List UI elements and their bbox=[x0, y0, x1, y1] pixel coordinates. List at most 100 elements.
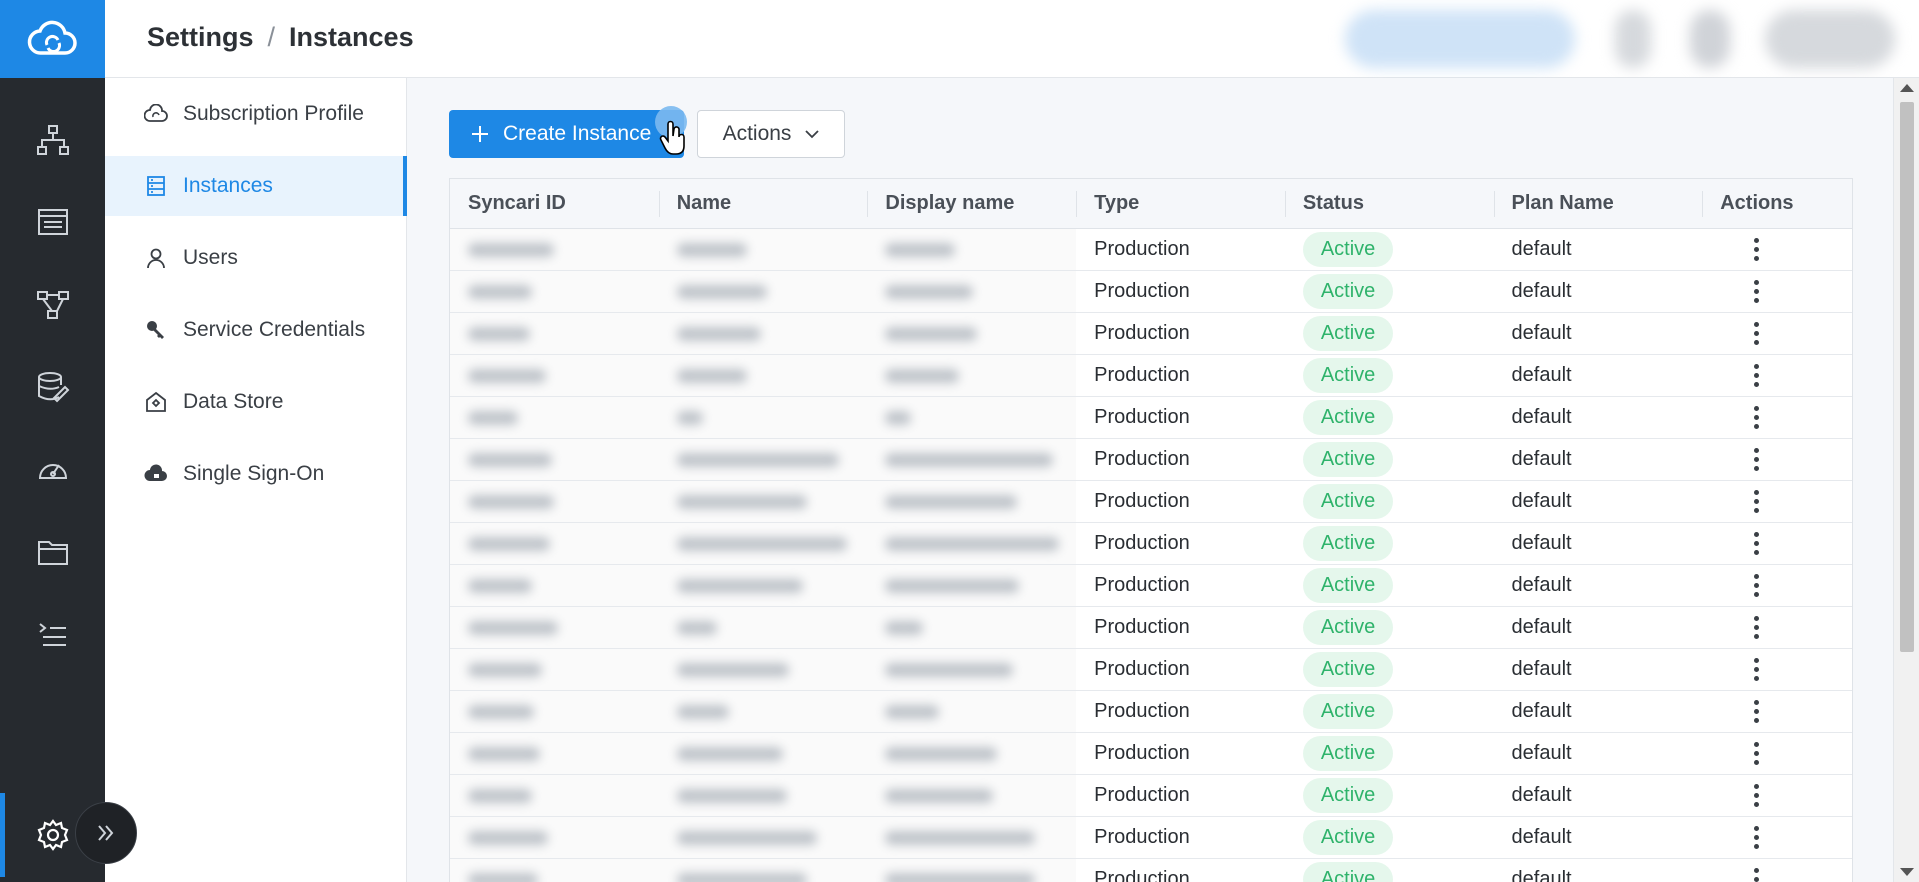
rail-workflow[interactable] bbox=[0, 275, 105, 335]
rail-list-window[interactable] bbox=[0, 192, 105, 252]
row-kebab-menu-icon[interactable] bbox=[1746, 826, 1766, 849]
rail-folder[interactable] bbox=[0, 522, 105, 582]
column-header-type[interactable]: Type bbox=[1076, 179, 1285, 228]
redacted-value bbox=[676, 872, 807, 882]
plus-icon bbox=[472, 126, 488, 142]
name-cell bbox=[658, 271, 868, 312]
table-row[interactable]: Production Active default bbox=[450, 481, 1852, 523]
table-row[interactable]: Production Active default bbox=[450, 649, 1852, 691]
status-badge: Active bbox=[1302, 358, 1394, 393]
subnav-item-users[interactable]: Users bbox=[105, 228, 407, 288]
scroll-thumb[interactable] bbox=[1900, 102, 1914, 652]
display-name-cell bbox=[867, 733, 1077, 774]
redacted-value bbox=[468, 578, 532, 593]
subnav-item-data-store[interactable]: Data Store bbox=[105, 372, 407, 432]
name-cell bbox=[658, 481, 868, 522]
table-row[interactable]: Production Active default bbox=[450, 439, 1852, 481]
rail-console-list[interactable] bbox=[0, 605, 105, 665]
status-cell: Active bbox=[1285, 523, 1494, 564]
row-kebab-menu-icon[interactable] bbox=[1746, 700, 1766, 723]
table-row[interactable]: Production Active default bbox=[450, 355, 1852, 397]
rail-hierarchy[interactable] bbox=[0, 110, 105, 170]
table-row[interactable]: Production Active default bbox=[450, 607, 1852, 649]
column-header-status[interactable]: Status bbox=[1284, 179, 1494, 228]
rail-dashboard[interactable] bbox=[0, 440, 105, 500]
table-row[interactable]: Production Active default bbox=[450, 859, 1852, 882]
syncari-id-cell bbox=[450, 859, 659, 882]
account-switcher[interactable] bbox=[1345, 10, 1575, 68]
breadcrumb-settings[interactable]: Settings bbox=[147, 22, 254, 53]
type-cell: Production bbox=[1094, 490, 1190, 512]
actions-dropdown[interactable]: Actions bbox=[697, 110, 845, 158]
table-row[interactable]: Production Active default bbox=[450, 775, 1852, 817]
redacted-value bbox=[468, 704, 534, 719]
expand-rail-button[interactable] bbox=[75, 802, 137, 864]
row-kebab-menu-icon[interactable] bbox=[1746, 532, 1766, 555]
table-row[interactable]: Production Active default bbox=[450, 523, 1852, 565]
row-kebab-menu-icon[interactable] bbox=[1746, 280, 1766, 303]
type-cell: Production bbox=[1094, 700, 1190, 722]
table-row[interactable]: Production Active default bbox=[450, 229, 1852, 271]
table-row[interactable]: Production Active default bbox=[450, 397, 1852, 439]
column-header-plan-name[interactable]: Plan Name bbox=[1493, 179, 1703, 228]
cloud-sync-icon bbox=[143, 101, 169, 127]
row-kebab-menu-icon[interactable] bbox=[1746, 616, 1766, 639]
type-cell: Production bbox=[1094, 322, 1190, 344]
user-menu[interactable] bbox=[1765, 10, 1895, 68]
left-rail bbox=[0, 0, 105, 882]
syncari-id-cell bbox=[450, 355, 659, 396]
row-kebab-menu-icon[interactable] bbox=[1746, 406, 1766, 429]
notifications-icon[interactable] bbox=[1690, 10, 1730, 68]
column-header-display-name[interactable]: Display name bbox=[867, 179, 1076, 228]
status-badge: Active bbox=[1302, 568, 1394, 603]
subnav-label: Service Credentials bbox=[183, 318, 366, 341]
help-icon[interactable] bbox=[1615, 10, 1651, 68]
name-cell bbox=[658, 313, 868, 354]
status-cell: Active bbox=[1285, 397, 1494, 438]
actions-cell bbox=[1702, 733, 1852, 774]
settings-gear-icon bbox=[37, 819, 68, 851]
name-cell bbox=[658, 817, 868, 858]
row-kebab-menu-icon[interactable] bbox=[1746, 574, 1766, 597]
row-kebab-menu-icon[interactable] bbox=[1746, 322, 1766, 345]
rail-database-edit[interactable] bbox=[0, 357, 105, 417]
scroll-up-arrow[interactable] bbox=[1900, 84, 1914, 92]
table-row[interactable]: Production Active default bbox=[450, 313, 1852, 355]
plan-name-cell: default bbox=[1511, 868, 1572, 882]
table-row[interactable]: Production Active default bbox=[450, 565, 1852, 607]
row-kebab-menu-icon[interactable] bbox=[1746, 742, 1766, 765]
subnav-item-single-sign-on[interactable]: Single Sign-On bbox=[105, 444, 407, 504]
column-header-syncari-id[interactable]: Syncari ID bbox=[450, 179, 659, 228]
create-instance-button[interactable]: Create Instance bbox=[449, 110, 684, 158]
table-row[interactable]: Production Active default bbox=[450, 271, 1852, 313]
subnav-item-subscription-profile[interactable]: Subscription Profile bbox=[105, 84, 407, 144]
table-row[interactable]: Production Active default bbox=[450, 817, 1852, 859]
name-cell bbox=[658, 229, 868, 270]
row-kebab-menu-icon[interactable] bbox=[1746, 448, 1766, 471]
type-cell: Production bbox=[1094, 784, 1190, 806]
scroll-down-arrow[interactable] bbox=[1900, 868, 1914, 876]
syncari-id-cell bbox=[450, 733, 659, 774]
row-kebab-menu-icon[interactable] bbox=[1746, 868, 1766, 882]
syncari-id-cell bbox=[450, 691, 659, 732]
app-logo[interactable] bbox=[0, 0, 105, 78]
redacted-value bbox=[468, 536, 550, 551]
table-row[interactable]: Production Active default bbox=[450, 691, 1852, 733]
type-cell: Production bbox=[1094, 574, 1190, 596]
actions-cell bbox=[1702, 859, 1852, 882]
name-cell bbox=[658, 355, 868, 396]
row-kebab-menu-icon[interactable] bbox=[1746, 784, 1766, 807]
table-row[interactable]: Production Active default bbox=[450, 733, 1852, 775]
row-kebab-menu-icon[interactable] bbox=[1746, 490, 1766, 513]
subnav-item-instances[interactable]: Instances bbox=[105, 156, 407, 216]
status-badge: Active bbox=[1302, 694, 1394, 729]
redacted-value bbox=[885, 494, 1018, 509]
redacted-value bbox=[676, 830, 817, 845]
subnav-item-service-credentials[interactable]: Service Credentials bbox=[105, 300, 407, 360]
status-cell: Active bbox=[1285, 817, 1494, 858]
row-kebab-menu-icon[interactable] bbox=[1746, 238, 1766, 261]
page-scrollbar[interactable] bbox=[1893, 78, 1919, 882]
column-header-name[interactable]: Name bbox=[658, 179, 868, 228]
row-kebab-menu-icon[interactable] bbox=[1746, 364, 1766, 387]
row-kebab-menu-icon[interactable] bbox=[1746, 658, 1766, 681]
